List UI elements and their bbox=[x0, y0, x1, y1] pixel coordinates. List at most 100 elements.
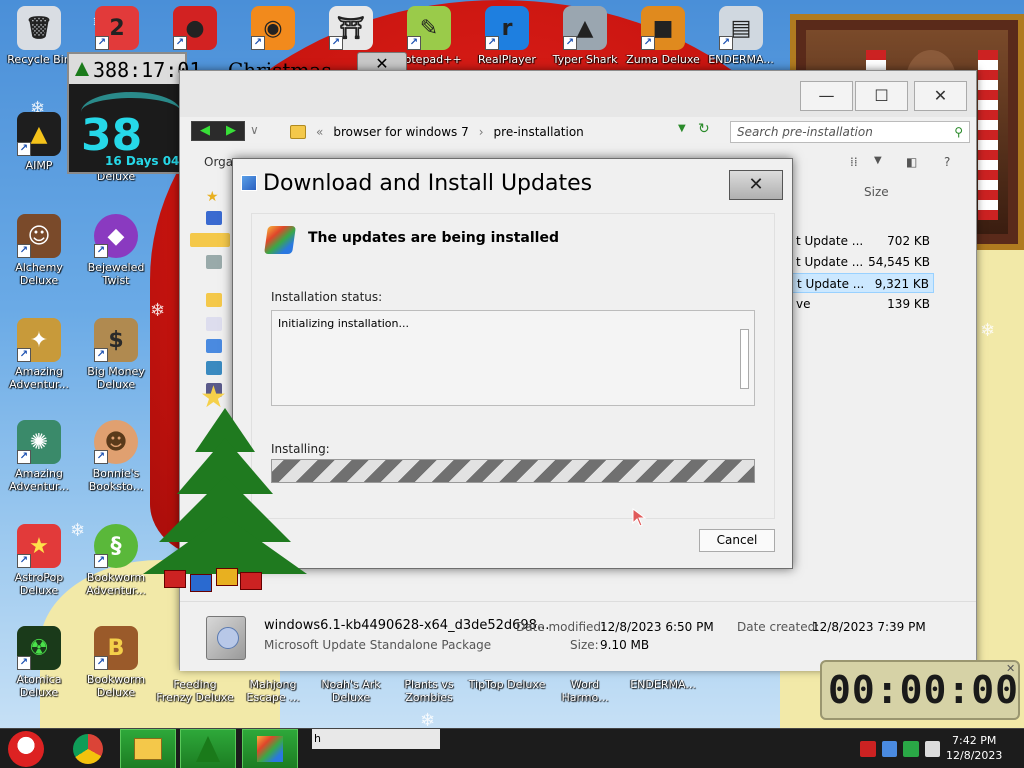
file-row[interactable]: ve 139 KB bbox=[792, 294, 934, 314]
address-dropdown-icon[interactable]: ▼ bbox=[678, 123, 686, 134]
close-icon: ✕ bbox=[748, 174, 764, 195]
clock-time: 7:42 PM bbox=[952, 734, 997, 747]
maximize-button[interactable]: ☐ bbox=[855, 81, 908, 111]
desktop-icon-label: Recycle Bin bbox=[7, 53, 71, 66]
desktop-icon-word-harmony[interactable]: Word Harmo... bbox=[546, 678, 624, 704]
stopwatch-close-icon[interactable]: ✕ bbox=[1006, 662, 1015, 675]
status-scrollbar[interactable] bbox=[740, 329, 749, 389]
downloads-nav-icon[interactable] bbox=[190, 233, 230, 247]
documents-nav-icon[interactable] bbox=[206, 317, 222, 331]
dialog-content-panel: The updates are being installed Installa… bbox=[251, 213, 775, 519]
view-icon[interactable]: ⁞⁞ bbox=[850, 155, 858, 169]
pictures-nav-icon[interactable] bbox=[206, 361, 222, 375]
desktop-icon-noahs-ark[interactable]: Noah's Ark Deluxe bbox=[312, 678, 390, 704]
desktop-icon-red-creature-game[interactable]: ● ↗ bbox=[156, 6, 234, 53]
cancel-button[interactable]: Cancel bbox=[699, 529, 775, 552]
desktop-icon-enderma-top[interactable]: ▤ ↗ ENDERMA... bbox=[702, 6, 780, 66]
breadcrumb-item-pre-installation[interactable]: pre-installation bbox=[494, 125, 584, 139]
help-icon[interactable]: ? bbox=[944, 155, 950, 169]
desktop-nav-icon[interactable] bbox=[206, 211, 222, 225]
desktop-icon-bejeweled-twist[interactable]: ◆ ↗ Bejeweled Twist bbox=[77, 214, 155, 287]
history-dropdown-icon[interactable]: ∨ bbox=[250, 123, 259, 137]
enderma-top-icon: ▤ ↗ bbox=[719, 6, 763, 50]
desktop-icon-number-two-game[interactable]: 2 ↗ bbox=[78, 6, 156, 53]
bookworm-icon: § ↗ bbox=[94, 524, 138, 568]
zuma-deluxe-icon: ■ ↗ bbox=[641, 6, 685, 50]
monitor-icon[interactable] bbox=[903, 741, 919, 757]
back-button[interactable]: ◀ bbox=[192, 122, 218, 140]
desktop-icon-tiptop-deluxe[interactable]: TipTop Deluxe bbox=[468, 678, 546, 691]
forward-button[interactable]: ▶ bbox=[218, 122, 244, 140]
desktop-icon-alchemy-deluxe[interactable]: ☺ ↗ Alchemy Deluxe bbox=[0, 214, 78, 287]
desktop-icon-bookworm-deluxe[interactable]: B ↗ Bookworm Deluxe bbox=[77, 626, 155, 699]
desktop-icon-plants-vs-zombies[interactable]: Plants vs Zombies bbox=[390, 678, 468, 704]
install-progress-bar bbox=[271, 459, 755, 483]
address-bar: ◀ ▶ ∨ « browser for windows 7 › pre-inst… bbox=[180, 117, 976, 147]
organize-menu[interactable]: Orga bbox=[204, 155, 233, 169]
desktop-icon-enderma-bottom[interactable]: ENDERMA... bbox=[624, 678, 702, 691]
shrine-game-icon: ⛩ ↗ bbox=[329, 6, 373, 50]
view-dropdown-icon[interactable]: ▼ bbox=[874, 155, 882, 166]
desktop-icon-atomica-deluxe[interactable]: ☢ ↗ Atomica Deluxe bbox=[0, 626, 78, 699]
taskbar-explorer[interactable] bbox=[120, 729, 176, 768]
close-button[interactable]: ✕ bbox=[914, 81, 967, 111]
network-icon[interactable] bbox=[881, 741, 897, 757]
desktop-icon-firefox[interactable]: ◉ ↗ bbox=[234, 6, 312, 53]
breadcrumb-item-browser[interactable]: browser for windows 7 bbox=[333, 125, 468, 139]
close-icon: ✕ bbox=[933, 86, 948, 105]
realplayer-icon: r ↗ bbox=[485, 6, 529, 50]
desktop-icon-typer-shark[interactable]: ▲ ↗ Typer Shark bbox=[546, 6, 624, 66]
money-bag-icon: $ ↗ bbox=[94, 318, 138, 362]
taskbar-windows-update[interactable] bbox=[242, 729, 298, 768]
flag-icon[interactable] bbox=[860, 741, 876, 757]
typer-shark-icon: ▲ ↗ bbox=[563, 6, 607, 50]
folder-icon bbox=[134, 738, 162, 760]
desktop-icon-zuma-deluxe[interactable]: ■ ↗ Zuma Deluxe bbox=[624, 6, 702, 66]
file-row-selected[interactable]: t Update ... 9,321 KB bbox=[792, 273, 934, 293]
details-created-label: Date created: bbox=[737, 620, 820, 634]
favorites-star-icon[interactable]: ★ bbox=[206, 189, 219, 205]
tree-icon bbox=[196, 736, 220, 762]
installation-status-text: Initializing installation... bbox=[278, 317, 410, 330]
desktop-icon-amazing-adventures-1[interactable]: ✦ ↗ Amazing Adventur... bbox=[0, 318, 78, 391]
refresh-icon[interactable]: ↻ bbox=[698, 121, 710, 137]
shortcut-arrow-icon: ↗ bbox=[173, 36, 187, 50]
music-nav-icon[interactable] bbox=[206, 339, 222, 353]
file-row[interactable]: t Update ... 702 KB bbox=[792, 231, 934, 251]
breadcrumb-separator-icon[interactable]: › bbox=[479, 125, 484, 139]
tree-icon bbox=[75, 62, 89, 76]
taskbar-chrome[interactable] bbox=[60, 729, 116, 768]
taskbar-christmas-tree[interactable] bbox=[180, 729, 236, 768]
minimize-button[interactable]: — bbox=[800, 81, 853, 111]
shortcut-arrow-icon: ↗ bbox=[641, 36, 655, 50]
breadcrumb-chevron-icon: « bbox=[316, 125, 324, 139]
recent-nav-icon[interactable] bbox=[206, 255, 222, 269]
start-button[interactable] bbox=[8, 731, 44, 767]
number-two-game-icon: 2 ↗ bbox=[95, 6, 139, 50]
wizard-icon: ☺ ↗ bbox=[17, 214, 61, 258]
desktop-icon-realplayer[interactable]: r ↗ RealPlayer bbox=[468, 6, 546, 66]
taskbar-input[interactable]: h bbox=[312, 729, 440, 749]
shortcut-arrow-icon: ↗ bbox=[95, 36, 109, 50]
desktop-icon-feeding-frenzy[interactable]: Feeding Frenzy Deluxe bbox=[156, 678, 234, 704]
folder-icon bbox=[290, 125, 306, 139]
desktop-icon-shrine-game[interactable]: ⛩ ↗ bbox=[312, 6, 390, 53]
desktop-icon-astropop-deluxe[interactable]: ★ ↗ AstroPop Deluxe bbox=[0, 524, 78, 597]
taskbar-clock[interactable]: 7:42 PM 12/8/2023 bbox=[946, 733, 1002, 763]
column-header-size[interactable]: Size bbox=[864, 185, 889, 199]
notepad-plus-plus-icon: ✎ ↗ bbox=[407, 6, 451, 50]
shortcut-arrow-icon: ↗ bbox=[407, 36, 421, 50]
bonnie-face-icon: ☻ ↗ bbox=[94, 420, 138, 464]
dialog-close-button[interactable]: ✕ bbox=[729, 170, 783, 200]
details-filetype: Microsoft Update Standalone Package bbox=[264, 638, 492, 652]
search-input[interactable]: Search pre-installation ⚲ bbox=[730, 121, 970, 143]
libraries-nav-icon[interactable] bbox=[206, 293, 222, 307]
desktop-icon-mahjong-escape[interactable]: Mahjong Escape ... bbox=[234, 678, 312, 704]
details-size-label: Size: bbox=[570, 638, 599, 652]
windows-update-icon bbox=[241, 175, 257, 191]
file-row[interactable]: t Update ... 54,545 KB bbox=[792, 252, 934, 272]
volume-icon[interactable] bbox=[924, 741, 940, 757]
installation-status-box[interactable]: Initializing installation... bbox=[271, 310, 755, 406]
desktop-icon-amazing-adventures-2[interactable]: ✺ ↗ Amazing Adventur... bbox=[0, 420, 78, 493]
preview-pane-icon[interactable]: ◧ bbox=[906, 155, 917, 169]
